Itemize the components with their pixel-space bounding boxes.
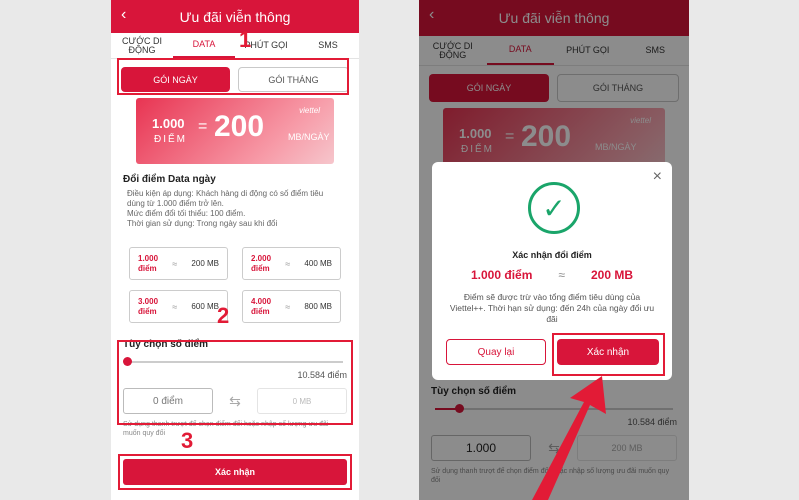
annotation-arrow: [532, 376, 606, 500]
arrow-shape: [532, 376, 606, 500]
